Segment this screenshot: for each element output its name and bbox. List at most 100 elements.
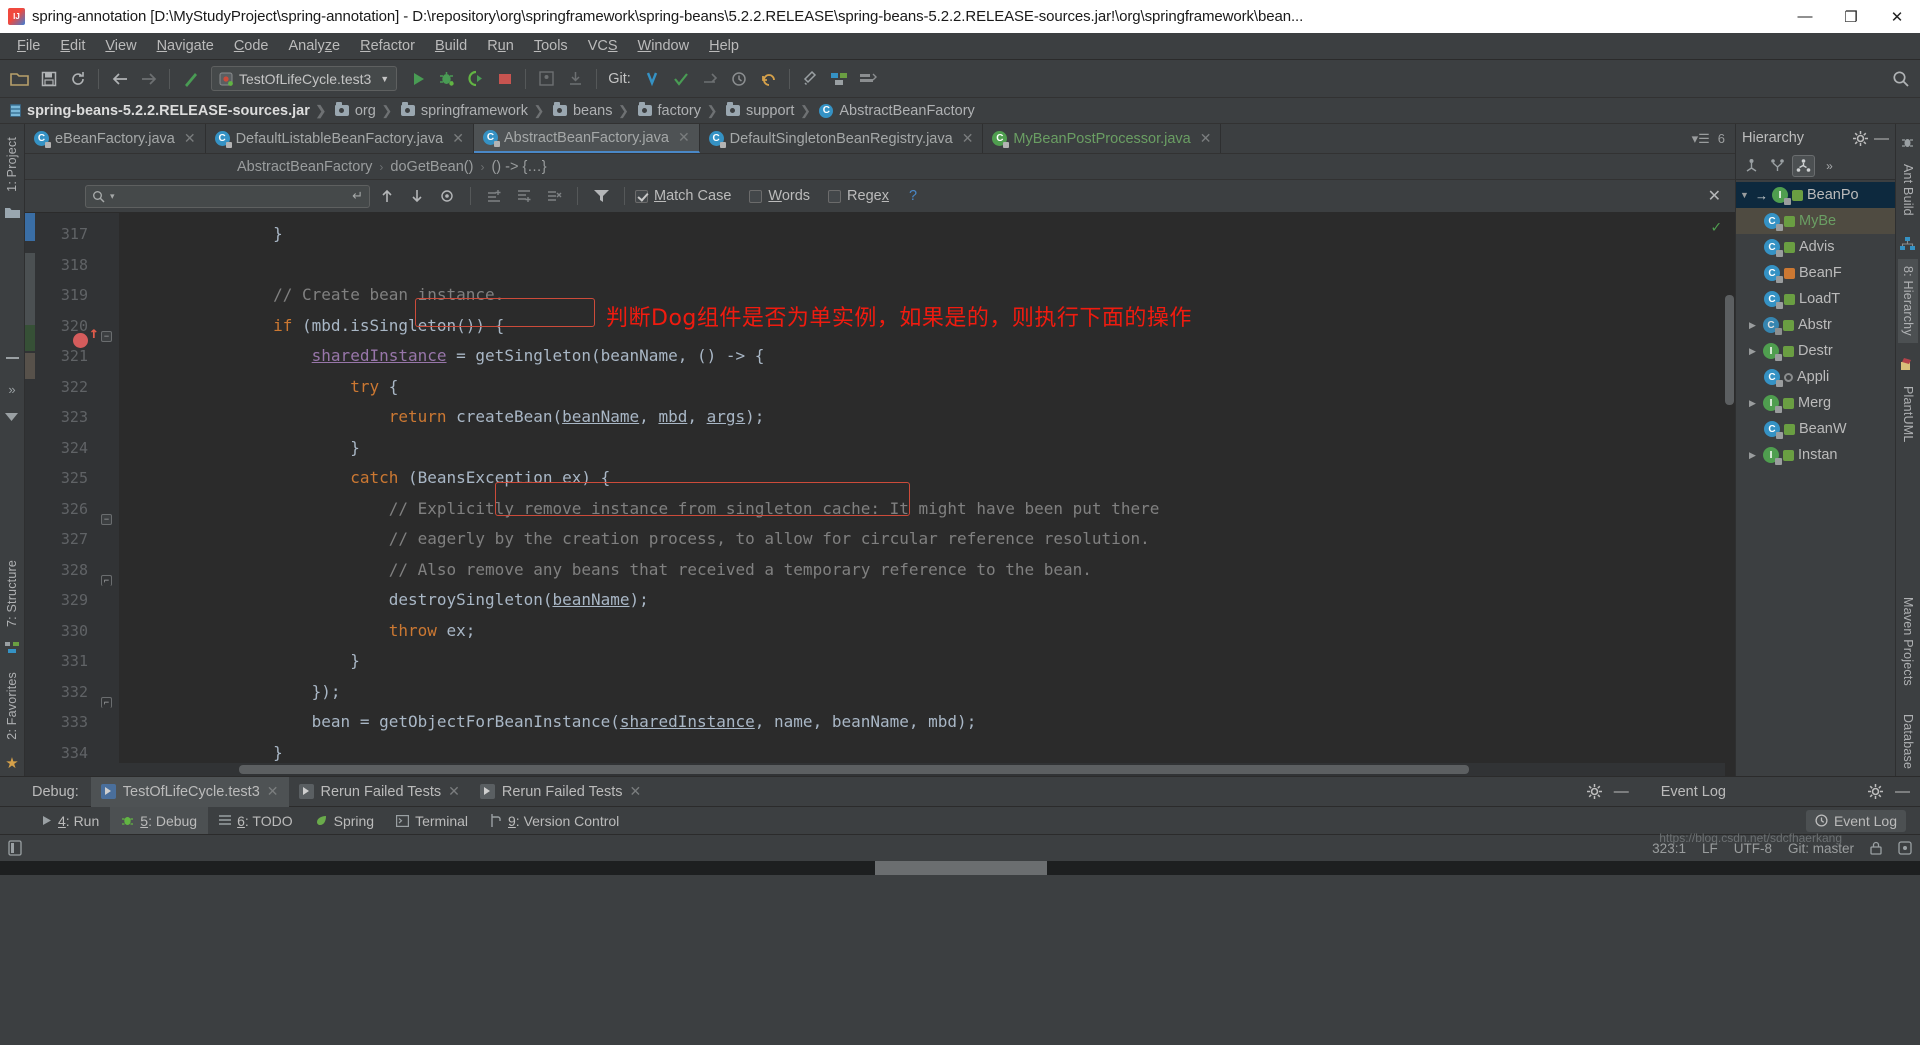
close-icon[interactable]: ✕ [962,130,974,147]
maximize-button[interactable]: ❐ [1828,0,1874,33]
bottom-tab-version-control[interactable]: 9: Version Control [479,807,630,835]
menu-window[interactable]: Window [628,36,700,56]
editor-breadcrumb-lambda[interactable]: () -> {…} [491,159,546,175]
hierarchy-row-instantiation[interactable]: ▶ I Instan [1736,442,1895,468]
both-types-icon[interactable] [1792,154,1815,177]
breadcrumb-jar[interactable]: spring-beans-5.2.2.RELEASE-sources.jar ❯ [6,98,331,123]
open-folder-icon[interactable] [6,65,33,92]
event-log-button[interactable]: Event Log [1805,809,1906,832]
breadcrumb-org[interactable]: org ❯ [331,98,397,123]
minimize-icon[interactable]: — [1614,783,1629,800]
chevron-down-icon[interactable]: ▼ [380,74,389,84]
fold-bracket-icon[interactable]: ⌐ [101,697,112,708]
git-revert-icon[interactable] [755,65,782,92]
exclude-icon[interactable] [541,184,567,208]
ant-build-icon[interactable] [1900,135,1917,152]
close-icon[interactable]: ✕ [184,130,196,147]
close-icon[interactable]: ✕ [267,783,279,800]
sidebar-item-database[interactable]: Database [1898,707,1918,776]
chevron-right-icon[interactable]: ▶ [1746,320,1759,331]
install-icon[interactable] [562,65,589,92]
menu-refactor[interactable]: Refactor [350,36,425,56]
expand-right-icon[interactable]: » [4,382,21,399]
add-line-after-icon[interactable] [511,184,537,208]
run-icon[interactable] [404,65,431,92]
menu-analyze[interactable]: Analyze [279,36,351,56]
sdk-icon[interactable] [855,65,882,92]
project-folder-icon[interactable] [4,206,21,223]
horizontal-scrollbar[interactable] [119,763,1725,776]
git-update-icon[interactable] [639,65,666,92]
editor-breadcrumb-class[interactable]: AbstractBeanFactory [237,159,372,175]
git-commit-icon[interactable] [668,65,695,92]
save-all-icon[interactable] [35,65,62,92]
close-icon[interactable]: ✕ [1200,130,1212,147]
chevron-right-icon[interactable]: ▶ [1746,398,1759,409]
menu-vcs[interactable]: VCS [578,36,628,56]
sidebar-item-hierarchy[interactable]: 8: Hierarchy [1898,258,1918,343]
settings-icon[interactable] [797,65,824,92]
tab-abstract-bean-factory[interactable]: C AbstractBeanFactory.java ✕ [473,124,700,153]
chevron-down-icon[interactable]: ▼ [1738,190,1751,200]
select-all-occurrences-icon[interactable] [434,184,460,208]
match-case-checkbox[interactable]: Match Case [635,188,731,204]
gear-icon[interactable] [1853,130,1868,146]
menu-code[interactable]: Code [224,36,279,56]
layout-icon[interactable] [8,840,22,856]
collapse-icon[interactable] [4,353,21,370]
vertical-scrollbar[interactable] [1725,213,1734,776]
menu-edit[interactable]: Edit [50,36,95,56]
profile-icon[interactable] [533,65,560,92]
search-input[interactable] [119,188,348,204]
menu-file[interactable]: FFileile [7,36,50,56]
sync-icon[interactable] [64,65,91,92]
breadcrumb-factory[interactable]: factory ❯ [634,98,723,123]
bottom-tab-todo[interactable]: 6: TODO [208,807,304,835]
filter-icon[interactable] [588,184,614,208]
debug-tab-testoflifecycle[interactable]: TestOfLifeCycle.test3 ✕ [90,776,289,807]
fold-bracket-icon[interactable]: ⌐ [101,575,112,586]
hierarchy-row-abstract[interactable]: ▶ C Abstr [1736,312,1895,338]
search-input-wrapper[interactable]: ▾ ↵ [85,184,370,208]
hierarchy-row-beanwiring[interactable]: C BeanW [1736,416,1895,442]
bottom-tab-run[interactable]: 4: Run [30,807,110,835]
hierarchy-row-destruction[interactable]: ▶ I Destr [1736,338,1895,364]
menu-help[interactable]: Help [699,36,749,56]
sidebar-item-structure[interactable]: 7: Structure [2,553,22,634]
sidebar-item-maven-projects[interactable]: Maven Projects [1898,590,1918,693]
hierarchy-row-beanfactory[interactable]: C BeanF [1736,260,1895,286]
hierarchy-row-mybeanpostprocessor[interactable]: C MyBe [1736,208,1895,234]
lock-icon[interactable] [1870,841,1882,855]
star-icon[interactable]: ★ [4,754,21,772]
editor-breadcrumb-method[interactable]: doGetBean() [390,159,473,175]
supertypes-icon[interactable] [1740,155,1763,177]
find-previous-icon[interactable] [374,184,400,208]
hierarchy-row-merged[interactable]: ▶ I Merg [1736,390,1895,416]
regex-checkbox[interactable]: Regex [828,188,889,204]
project-structure-icon[interactable] [826,65,853,92]
menu-view[interactable]: View [95,36,146,56]
enter-icon[interactable]: ↵ [352,188,363,204]
code-text-area[interactable]: } // Create bean instance. if (mbd.isSin… [119,213,1735,776]
menu-run[interactable]: Run [477,36,524,56]
debug-icon[interactable] [433,65,460,92]
inspections-icon[interactable] [1898,841,1912,855]
git-push-icon[interactable] [697,65,724,92]
hierarchy-row-loadtime[interactable]: C LoadT [1736,286,1895,312]
help-icon[interactable]: ? [909,188,917,204]
tab-default-listable-bean-factory[interactable]: C DefaultListableBeanFactory.java ✕ [206,124,474,153]
add-line-before-icon[interactable] [481,184,507,208]
fold-minus-icon[interactable]: − [101,514,112,525]
structure-icon[interactable] [4,641,21,658]
hierarchy-row-advisor[interactable]: C Advis [1736,234,1895,260]
minimize-icon[interactable]: — [1895,783,1910,800]
breadcrumb-beans[interactable]: beans ❯ [549,98,634,123]
run-configuration-selector[interactable]: TestOfLifeCycle.test3 ▼ [211,66,398,91]
bottom-tab-terminal[interactable]: Terminal [385,807,479,835]
stop-icon[interactable] [491,65,518,92]
minimize-icon[interactable]: — [1874,130,1889,147]
tab-default-singleton-bean-registry[interactable]: C DefaultSingletonBeanRegistry.java ✕ [700,124,984,153]
close-button[interactable]: ✕ [1874,0,1920,33]
forward-arrow-icon[interactable] [135,65,162,92]
sidebar-item-favorites[interactable]: 2: Favorites [2,665,22,747]
